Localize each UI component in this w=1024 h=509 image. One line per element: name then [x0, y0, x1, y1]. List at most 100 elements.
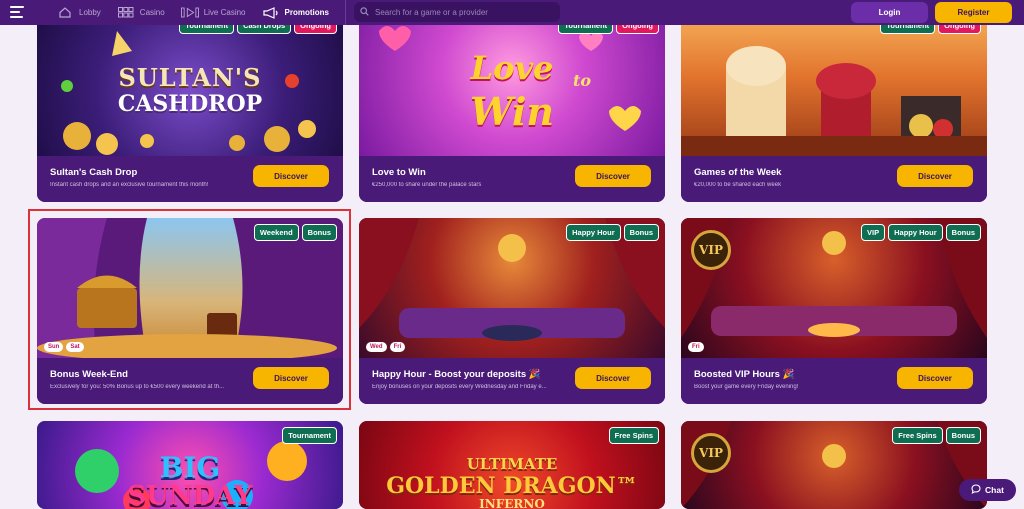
nav-promotions[interactable]: Promotions [262, 6, 329, 19]
tag-free-spins: Free Spins [892, 427, 943, 444]
tag-list: Tournament [282, 427, 337, 444]
day-list: Wed Fri [366, 342, 406, 352]
promo-image: VIP VIP Happy Hour Bonus Fri [681, 218, 987, 358]
vip-badge: VIP [691, 230, 731, 270]
promo-image: Happy Hour Bonus Wed Fri [359, 218, 665, 358]
play-icon [180, 7, 199, 19]
chat-label: Chat [985, 485, 1004, 495]
promo-image: SULTAN'S CASHDROP Tournament Cash Drops … [37, 11, 343, 156]
nav-promotions-label: Promotions [284, 8, 329, 17]
day-fri: Fri [688, 342, 704, 352]
tag-bonus: Bonus [945, 224, 981, 241]
tag-list: Happy Hour Bonus [566, 224, 659, 241]
promo-card-big-sunday[interactable]: BIG SUNDAY Tournament [37, 421, 343, 509]
card-title: Games of the Week [694, 167, 782, 178]
nav-live-casino-label: Live Casino [203, 8, 246, 17]
art-title-ultimate: ULTIMATE [466, 455, 558, 473]
promo-card-boosted-vip-hours[interactable]: VIP VIP Happy Hour Bonus Fri Boosted VIP… [681, 218, 987, 404]
tag-happy-hour: Happy Hour [566, 224, 621, 241]
promo-card-games-of-the-week[interactable]: Tournament Ongoing Games of the Week €20… [681, 11, 987, 202]
card-title: Happy Hour - Boost your deposits 🎉 [372, 369, 541, 380]
promo-card-golden-dragon[interactable]: ULTIMATE GOLDEN DRAGON™ INFERNO Free Spi… [359, 421, 665, 509]
card-description: Exclusively for you: 50% Bonus up to €50… [50, 384, 225, 390]
nav-lobby[interactable]: Lobby [56, 7, 101, 19]
register-button[interactable]: Register [935, 2, 1012, 23]
tag-list: VIP Happy Hour Bonus [861, 224, 981, 241]
day-sat: Sat [66, 342, 84, 352]
tag-bonus: Bonus [623, 224, 659, 241]
promo-image: VIP Free Spins Bonus [681, 421, 987, 509]
login-button[interactable]: Login [851, 2, 928, 23]
day-list: Sun Sat [44, 342, 84, 352]
promo-image: Love to Win Tournament Ongoing [359, 11, 665, 156]
grid-icon [117, 7, 135, 19]
chat-button[interactable]: Chat [959, 479, 1016, 501]
tag-weekend: Weekend [253, 224, 299, 241]
art-title-golden-dragon: GOLDEN DRAGON™ [386, 473, 638, 499]
search-input[interactable] [375, 7, 555, 17]
top-navigation-bar: Lobby Casino Live Casino Promotions Logi… [0, 0, 1024, 25]
tag-list: Free Spins Bonus [892, 427, 981, 444]
card-description: Instant cash drops and an exclusive tour… [50, 182, 209, 188]
discover-button[interactable]: Discover [897, 165, 973, 187]
card-title: Sultan's Cash Drop [50, 167, 138, 178]
tag-happy-hour: Happy Hour [888, 224, 943, 241]
main-nav: Lobby Casino Live Casino Promotions [56, 0, 345, 25]
promo-image: BIG SUNDAY Tournament [37, 421, 343, 509]
chat-bubble-icon [971, 484, 981, 496]
card-info: Love to Win €250,000 to share under the … [359, 156, 665, 202]
card-info: Bonus Week-End Exclusively for you: 50% … [37, 358, 343, 404]
nav-lobby-label: Lobby [79, 8, 101, 17]
discover-button[interactable]: Discover [897, 367, 973, 389]
tag-free-spins: Free Spins [608, 427, 659, 444]
card-title: Bonus Week-End [50, 369, 128, 380]
tag-bonus: Bonus [301, 224, 337, 241]
card-info: Boosted VIP Hours 🎉 Boost your game ever… [681, 358, 987, 404]
promo-image: Tournament Ongoing [681, 11, 987, 156]
menu-icon[interactable] [10, 6, 26, 18]
tag-tournament: Tournament [282, 427, 337, 444]
day-sun: Sun [44, 342, 64, 352]
vip-badge: VIP [691, 433, 731, 473]
card-info: Games of the Week €20,000 to be shared e… [681, 156, 987, 202]
tag-list: Weekend Bonus [253, 224, 337, 241]
art-title-line2: CASHDROP [117, 91, 263, 117]
home-icon [56, 7, 74, 19]
card-title: Love to Win [372, 167, 426, 178]
discover-button[interactable]: Discover [253, 165, 329, 187]
promo-card-happy-hour[interactable]: Happy Hour Bonus Wed Fri Happy Hour - Bo… [359, 218, 665, 404]
promo-image: Weekend Bonus Sun Sat [37, 218, 343, 358]
art-title-inferno: INFERNO [479, 497, 545, 509]
card-description: €250,000 to share under the palace stars [372, 182, 482, 188]
card-info: Happy Hour - Boost your deposits 🎉 Enjoy… [359, 358, 665, 404]
promo-card-sultans-cash-drop[interactable]: SULTAN'S CASHDROP Tournament Cash Drops … [37, 11, 343, 202]
search-box[interactable] [354, 2, 560, 22]
tag-bonus: Bonus [945, 427, 981, 444]
search-icon [360, 3, 369, 21]
megaphone-icon [262, 6, 280, 19]
nav-casino[interactable]: Casino [117, 7, 165, 19]
art-title-win: Win [469, 89, 555, 134]
promo-card-bonus-week-end[interactable]: Weekend Bonus Sun Sat Bonus Week-End Exc… [37, 218, 343, 404]
day-fri: Fri [389, 342, 406, 352]
discover-button[interactable]: Discover [253, 367, 329, 389]
art-title-sunday: SUNDAY [127, 481, 253, 509]
art-title-line1: SULTAN'S [118, 63, 262, 92]
card-title: Boosted VIP Hours 🎉 [694, 369, 795, 380]
art-title-big: BIG [159, 451, 221, 484]
discover-button[interactable]: Discover [575, 367, 651, 389]
day-list: Fri [688, 342, 704, 352]
card-info: Sultan's Cash Drop Instant cash drops an… [37, 156, 343, 202]
promo-card-love-to-win[interactable]: Love to Win Tournament Ongoing Love to W… [359, 11, 665, 202]
nav-casino-label: Casino [139, 8, 165, 17]
tag-vip: VIP [861, 224, 886, 241]
promo-image: ULTIMATE GOLDEN DRAGON™ INFERNO Free Spi… [359, 421, 665, 509]
card-description: Boost your game every Friday evening! [694, 384, 799, 390]
promo-card-vip-free-spins[interactable]: VIP Free Spins Bonus [681, 421, 987, 509]
tag-list: Free Spins [608, 427, 659, 444]
discover-button[interactable]: Discover [575, 165, 651, 187]
day-wed: Wed [366, 342, 387, 352]
art-title-to: to [572, 71, 592, 90]
nav-live-casino[interactable]: Live Casino [180, 7, 246, 19]
nav-divider [345, 0, 346, 25]
